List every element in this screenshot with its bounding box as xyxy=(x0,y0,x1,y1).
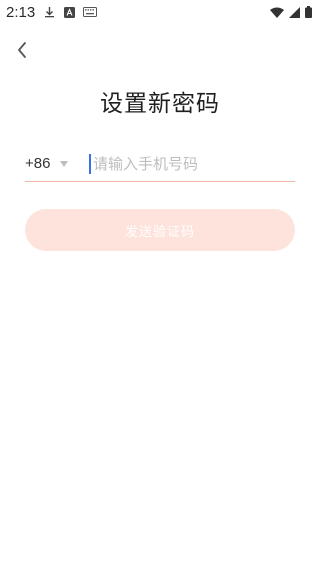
phone-input-wrap xyxy=(89,151,295,176)
send-verification-code-button[interactable]: 发送验证码 xyxy=(25,209,295,251)
page-title: 设置新密码 xyxy=(100,91,220,117)
keyboard-icon xyxy=(83,6,98,18)
phone-input-row: +86 xyxy=(25,146,295,182)
country-code-label: +86 xyxy=(25,155,51,172)
signal-icon xyxy=(288,6,300,18)
phone-number-input[interactable] xyxy=(93,151,295,176)
download-icon xyxy=(43,6,55,18)
back-button[interactable] xyxy=(10,38,34,62)
battery-icon xyxy=(304,6,312,18)
caret-down-icon xyxy=(60,160,69,167)
a-badge-icon xyxy=(63,6,75,18)
status-bar: 2:13 xyxy=(0,0,320,24)
status-time: 2:13 xyxy=(6,3,36,21)
wifi-icon xyxy=(270,6,284,18)
country-code-selector[interactable]: +86 xyxy=(25,155,89,172)
status-left: 2:13 xyxy=(6,3,98,21)
text-cursor xyxy=(89,153,91,174)
chevron-left-icon xyxy=(16,41,28,59)
status-right xyxy=(270,6,312,18)
